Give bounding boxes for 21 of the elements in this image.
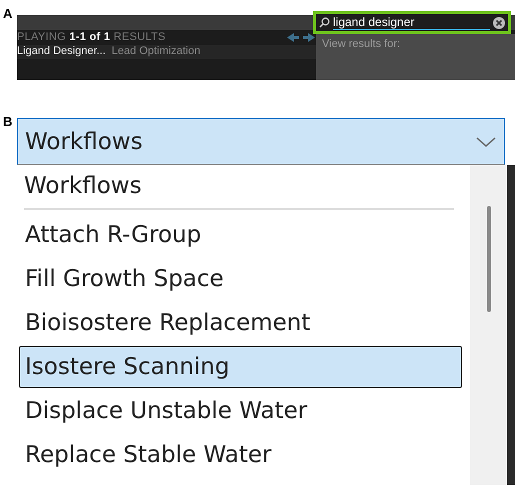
search-icon [319, 17, 330, 28]
list-item[interactable]: Isostere Scanning [19, 346, 462, 388]
dropdown-heading: View results for: [322, 38, 400, 50]
chevron-icon [476, 136, 496, 148]
list-item[interactable]: Bioisostere Replacement [19, 302, 462, 344]
list-item[interactable]: Attach R-Group [19, 214, 462, 256]
list-item[interactable]: Replace Stable Water [19, 434, 462, 476]
list-item[interactable]: Displace Unstable Water [19, 390, 462, 432]
clear-icon[interactable] [493, 16, 505, 28]
scrollbar[interactable] [470, 165, 507, 485]
results-count: PLAYING 1-1 of 1 RESULTS [17, 31, 166, 43]
result-category: Lead Optimization [112, 45, 200, 59]
search-field[interactable]: ligand designer [313, 11, 511, 34]
panel-label: A [3, 6, 12, 21]
workflow-dropdown[interactable]: Workflows [17, 118, 505, 165]
panel-label: B [3, 114, 12, 129]
list-heading: Workflows [23, 172, 143, 201]
result-title[interactable]: Ligand Designer... [17, 45, 106, 59]
arrow-icons[interactable] [287, 33, 315, 42]
scrollbar-thumb[interactable] [487, 206, 491, 312]
list-item[interactable]: Fill Growth Space [19, 258, 462, 300]
